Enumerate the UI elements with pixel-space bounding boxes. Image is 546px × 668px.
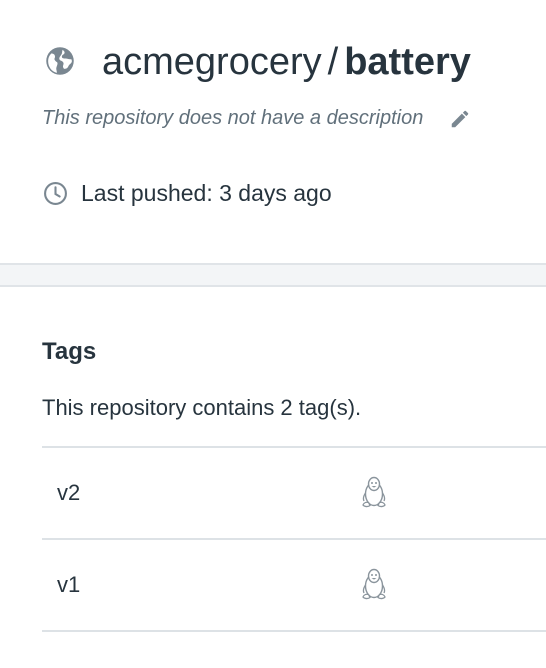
globe-icon bbox=[46, 47, 74, 75]
tag-row[interactable]: v2 bbox=[42, 448, 546, 540]
pencil-icon[interactable] bbox=[449, 108, 471, 130]
last-pushed: Last pushed: 3 days ago bbox=[81, 180, 332, 206]
tags-summary: This repository contains 2 tag(s). bbox=[42, 395, 362, 420]
tag-name[interactable]: v1 bbox=[57, 572, 80, 598]
repo-header: acmegrocery / battery This repository does… bbox=[0, 0, 546, 263]
repo-title: acmegrocery / battery bbox=[102, 38, 471, 86]
linux-icon bbox=[362, 568, 386, 600]
repo-name: battery bbox=[344, 41, 471, 83]
section-divider bbox=[0, 263, 546, 287]
title-separator: / bbox=[327, 41, 339, 83]
clock-icon bbox=[44, 182, 67, 205]
repo-description: This repository does not have a descript… bbox=[42, 107, 424, 129]
tag-list: v2 v1 bbox=[42, 446, 546, 632]
tag-name[interactable]: v2 bbox=[57, 480, 80, 506]
tags-heading: Tags bbox=[42, 338, 97, 365]
tag-row[interactable]: v1 bbox=[42, 540, 546, 632]
tags-section: Tags This repository contains 2 tag(s). … bbox=[0, 287, 546, 667]
repo-namespace[interactable]: acmegrocery bbox=[102, 41, 322, 83]
linux-icon bbox=[362, 476, 386, 508]
